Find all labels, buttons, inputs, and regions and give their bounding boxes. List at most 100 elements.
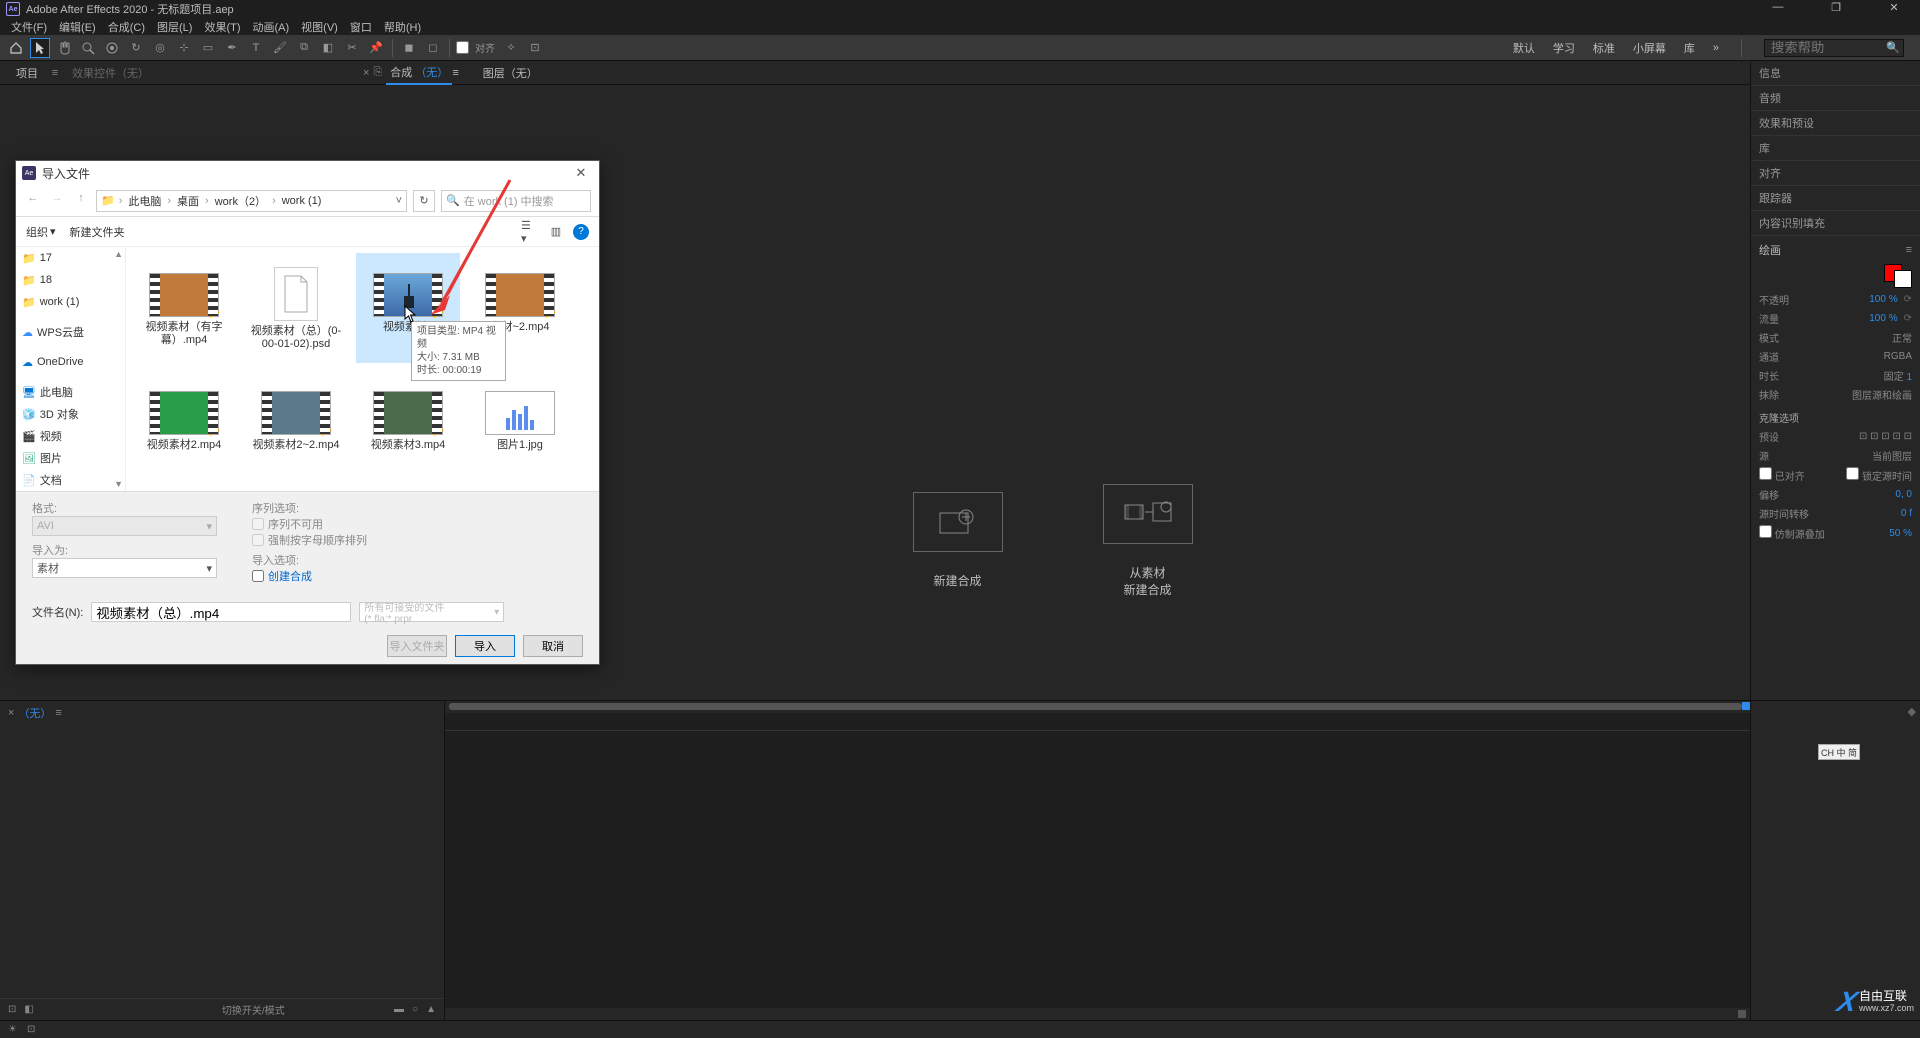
duration-value[interactable]: 固定 — [1884, 372, 1904, 383]
file-item[interactable]: 视频素材（有字幕）.mp4 — [132, 253, 236, 363]
panel-content-aware-fill[interactable]: 内容识别填充 — [1751, 211, 1920, 236]
file-item[interactable] — [132, 489, 236, 491]
timeline-toggle-2-icon[interactable]: ◧ — [24, 1004, 33, 1015]
breadcrumb-path[interactable]: 📁 › 此电脑 › 桌面 › work（2） › work (1) ˅ — [96, 190, 407, 212]
clone-stamp-tool[interactable]: ⧉ — [294, 38, 314, 58]
timeline-marker-icon[interactable]: ◆ — [1908, 705, 1916, 718]
close-button[interactable]: ✕ — [1874, 1, 1914, 17]
side-scroll-down-icon[interactable]: ▼ — [114, 479, 123, 489]
sidebar-folder-17[interactable]: 📁17 — [16, 247, 125, 269]
tab-project[interactable]: 项目 — [8, 61, 46, 85]
nav-up-button[interactable]: ↑ — [72, 192, 90, 210]
paint-color-swatch[interactable] — [1884, 264, 1912, 288]
file-item[interactable]: 视频素材2~2.mp4 — [244, 371, 348, 481]
create-comp-checkbox[interactable] — [252, 570, 264, 582]
menu-animation[interactable]: 动画(A) — [248, 18, 295, 35]
crumb-work2[interactable]: work（2） — [213, 193, 268, 209]
workspace-library[interactable]: 库 — [1684, 40, 1695, 56]
crumb-work1[interactable]: work (1) — [280, 195, 324, 207]
rotation-tool[interactable]: ↻ — [126, 38, 146, 58]
file-item[interactable]: 视频素材（总）(0-00-01-02).psd — [244, 253, 348, 363]
preset-buttons[interactable]: ⊡ ⊡ ⊡ ⊡ ⊡ — [1859, 431, 1912, 442]
tab-composition[interactable]: 合成 （无） — [386, 61, 452, 85]
fill-icon[interactable]: ◼ — [399, 38, 419, 58]
snap-option2-icon[interactable]: ⊡ — [525, 38, 545, 58]
comp-tab-close-icon[interactable]: × — [363, 67, 369, 79]
status-icon-1[interactable]: ☀ — [8, 1024, 17, 1035]
menu-edit[interactable]: 编辑(E) — [54, 18, 101, 35]
import-folder-button[interactable]: 导入文件夹 — [387, 635, 447, 657]
orbit-tool[interactable] — [102, 38, 122, 58]
organize-dropdown[interactable]: 组织 ▾ — [26, 224, 56, 240]
workspace-overflow[interactable]: » — [1713, 42, 1719, 54]
timeline-tab[interactable]: ×（无）≡ — [0, 701, 444, 725]
sidebar-documents[interactable]: 📄文档 — [16, 469, 125, 491]
new-composition-button[interactable]: 新建合成 — [913, 492, 1003, 589]
workspace-default[interactable]: 默认 — [1513, 40, 1535, 56]
roto-brush-tool[interactable]: ✂ — [342, 38, 362, 58]
erase-value[interactable]: 图层源和绘画 — [1852, 387, 1912, 402]
tab-layer[interactable]: 图层（无） — [483, 65, 538, 81]
sidebar-this-pc[interactable]: 🖥此电脑 — [16, 381, 125, 403]
snap-checkbox[interactable] — [456, 41, 469, 54]
paint-menu-icon[interactable]: ≡ — [1906, 244, 1912, 256]
new-folder-button[interactable]: 新建文件夹 — [70, 224, 125, 240]
filename-input[interactable] — [91, 602, 351, 622]
panel-effects-presets[interactable]: 效果和预设 — [1751, 111, 1920, 136]
timeline-ruler[interactable] — [445, 713, 1750, 731]
pen-tool[interactable]: ✒ — [222, 38, 242, 58]
timeline-toggle-1-icon[interactable]: ⊡ — [8, 1004, 16, 1015]
crumb-desktop[interactable]: 桌面 — [175, 193, 201, 209]
timeline-zoom-out-icon[interactable]: ▬ — [394, 1004, 404, 1015]
status-icon-2[interactable]: ⊡ — [27, 1024, 35, 1035]
panel-audio[interactable]: 音频 — [1751, 86, 1920, 111]
eraser-tool[interactable]: ◧ — [318, 38, 338, 58]
sidebar-pictures[interactable]: 🖼图片 — [16, 447, 125, 469]
tab-effect-controls[interactable]: 效果控件（无） — [64, 61, 157, 85]
pan-behind-tool[interactable]: ⊹ — [174, 38, 194, 58]
comp-panel-menu[interactable]: ≡ — [452, 67, 458, 79]
workspace-standard[interactable]: 标准 — [1593, 40, 1615, 56]
sidebar-video[interactable]: 🎬视频 — [16, 425, 125, 447]
menu-help[interactable]: 帮助(H) — [379, 18, 426, 35]
cancel-button[interactable]: 取消 — [523, 635, 583, 657]
view-mode-icon[interactable]: ☰ ▾ — [521, 223, 539, 241]
puppet-tool[interactable]: 📌 — [366, 38, 386, 58]
srctime-value[interactable]: 0 f — [1901, 508, 1912, 519]
snap-option-icon[interactable]: ✧ — [501, 38, 521, 58]
timeline-zoom-in-icon[interactable]: ▲ — [426, 1004, 436, 1015]
refresh-button[interactable]: ↻ — [413, 190, 435, 212]
file-filter-select[interactable]: 所有可接受的文件 (*.fla;*.prpr▾ — [359, 602, 504, 622]
sidebar-folder-18[interactable]: 📁18 — [16, 269, 125, 291]
selection-tool[interactable] — [30, 38, 50, 58]
side-scroll-up-icon[interactable]: ▲ — [114, 249, 123, 259]
panel-info[interactable]: 信息 — [1751, 61, 1920, 86]
menu-view[interactable]: 视图(V) — [296, 18, 343, 35]
import-button[interactable]: 导入 — [455, 635, 515, 657]
preview-pane-icon[interactable]: ▥ — [547, 223, 565, 241]
type-tool[interactable]: T — [246, 38, 266, 58]
path-dropdown-icon[interactable]: ˅ — [396, 195, 402, 207]
nav-forward-button[interactable]: → — [48, 192, 66, 210]
sidebar-onedrive[interactable]: ☁OneDrive — [16, 351, 125, 373]
dialog-close-button[interactable]: ✕ — [569, 165, 593, 181]
project-panel-menu[interactable]: ≡ — [46, 67, 64, 79]
panel-tracker[interactable]: 跟踪器 — [1751, 186, 1920, 211]
crumb-pc[interactable]: 此电脑 — [126, 193, 163, 209]
import-as-select[interactable]: 素材▾ — [32, 558, 217, 578]
file-item[interactable] — [356, 489, 460, 491]
mode-value[interactable]: 正常 — [1892, 330, 1912, 345]
workspace-learn[interactable]: 学习 — [1553, 40, 1575, 56]
file-item[interactable]: 视频素材3.mp4 — [356, 371, 460, 481]
sidebar-3d[interactable]: 🧊3D 对象 — [16, 403, 125, 425]
rectangle-tool[interactable]: ▭ — [198, 38, 218, 58]
menu-window[interactable]: 窗口 — [345, 18, 377, 35]
dialog-search-input[interactable]: 🔍 在 work (1) 中搜索 — [441, 190, 591, 212]
offset-value[interactable]: 0, 0 — [1895, 489, 1912, 500]
clone-overlay-checkbox[interactable] — [1759, 525, 1772, 538]
aligned-checkbox[interactable] — [1759, 467, 1772, 480]
menu-file[interactable]: 文件(F) — [6, 18, 52, 35]
nav-back-button[interactable]: ← — [24, 192, 42, 210]
brush-tool[interactable]: 🖌 — [270, 38, 290, 58]
clone-overlay-value[interactable]: 50 % — [1889, 528, 1912, 539]
